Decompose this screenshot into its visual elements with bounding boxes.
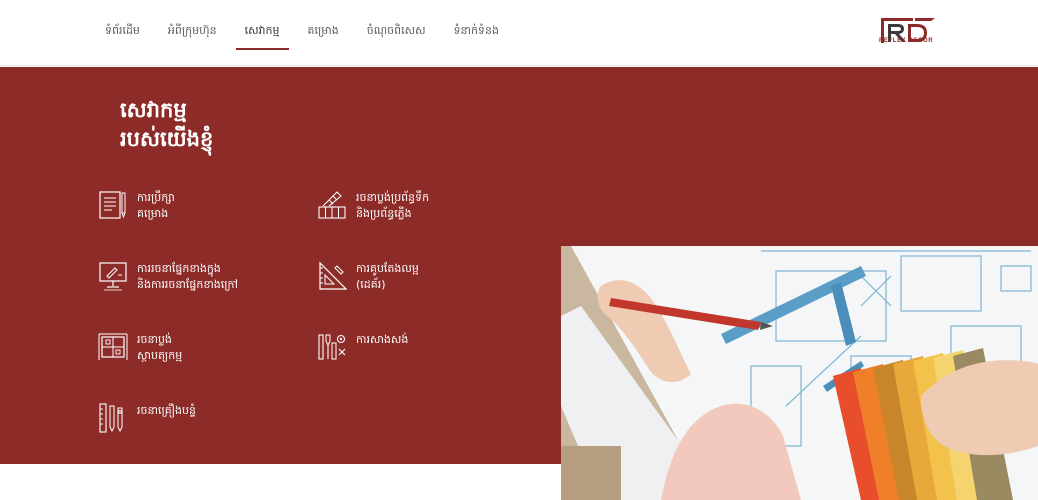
- section-title-line1: សេវាកម្ម: [120, 98, 187, 122]
- designer-at-work-image: [561, 246, 1038, 500]
- section-title: សេវាកម្ម របស់យើងខ្ញុំ: [120, 96, 213, 154]
- service-label: ការប្រឹក្សា គម្រោង: [137, 191, 175, 220]
- nav-item-home[interactable]: ទំព័រដើម: [96, 18, 149, 48]
- document-pen-icon: [99, 191, 126, 219]
- brand-logo[interactable]: REFLEX DECOR: [879, 16, 937, 50]
- service-item-consulting[interactable]: ការប្រឹក្សា គម្រោង: [98, 189, 175, 222]
- service-label: ការរចនាផ្នែកខាងក្នុង និងការរចនាផ្នែកខាងក…: [137, 262, 239, 291]
- blueprint-frame-icon: [98, 333, 128, 360]
- service-label: ការគូបតែងលម្អ (ដេគ័រ): [356, 262, 419, 291]
- tools-gear-icon: [318, 334, 346, 360]
- color-swatch-grid-icon: [318, 191, 346, 219]
- ruler-pencils-icon: [99, 403, 123, 433]
- monitor-design-icon: [99, 262, 127, 291]
- nav-item-contact[interactable]: ទំនាក់ទំនង: [445, 18, 508, 48]
- service-label: រចនាគ្រឿងបន្ទំ: [137, 404, 196, 417]
- logo-wordmark: REFLEX DECOR: [879, 38, 934, 44]
- logo-mark-icon: [881, 18, 935, 43]
- nav-item-services[interactable]: សេវាកម្ម: [235, 18, 289, 50]
- service-item-furniture[interactable]: រចនាគ្រឿងបន្ទំ: [98, 402, 196, 434]
- section-title-line2: របស់យើងខ្ញុំ: [120, 127, 214, 151]
- service-item-decoration[interactable]: ការគូបតែងលម្អ (ដេគ័រ): [317, 260, 419, 293]
- service-label: រចនាប្លង់ប្រព័ន្ធទឹក និងប្រព័ន្ធភ្លើង: [356, 191, 430, 220]
- site-header: ទំព័រដើម អំពីក្រុមហ៊ុន សេវាកម្ម គម្រោង ច…: [0, 0, 1038, 66]
- page-below-section: [0, 464, 561, 500]
- service-label: ការសាងសង់: [356, 333, 409, 346]
- blueprint-swatches-illustration: [561, 246, 1038, 500]
- nav-item-projects[interactable]: គម្រោង: [299, 18, 348, 48]
- service-item-architecture[interactable]: រចនាប្លង់ ស្ថាបត្យកម្ម: [98, 331, 182, 364]
- service-item-interior-exterior[interactable]: ការរចនាផ្នែកខាងក្នុង និងការរចនាផ្នែកខាងក…: [98, 260, 238, 293]
- main-nav: ទំព័រដើម អំពីក្រុមហ៊ុន សេវាកម្ម គម្រោង ច…: [96, 18, 518, 50]
- nav-item-highlights[interactable]: ចំណុចពិសេស: [358, 18, 435, 48]
- service-label: រចនាប្លង់ ស្ថាបត្យកម្ម: [137, 333, 183, 362]
- ruler-triangle-icon: [319, 261, 347, 290]
- service-item-plumbing-electrical[interactable]: រចនាប្លង់ប្រព័ន្ធទឹក និងប្រព័ន្ធភ្លើង: [317, 189, 429, 222]
- service-item-construction[interactable]: ការសាងសង់: [317, 331, 408, 363]
- nav-item-about[interactable]: អំពីក្រុមហ៊ុន: [159, 18, 226, 48]
